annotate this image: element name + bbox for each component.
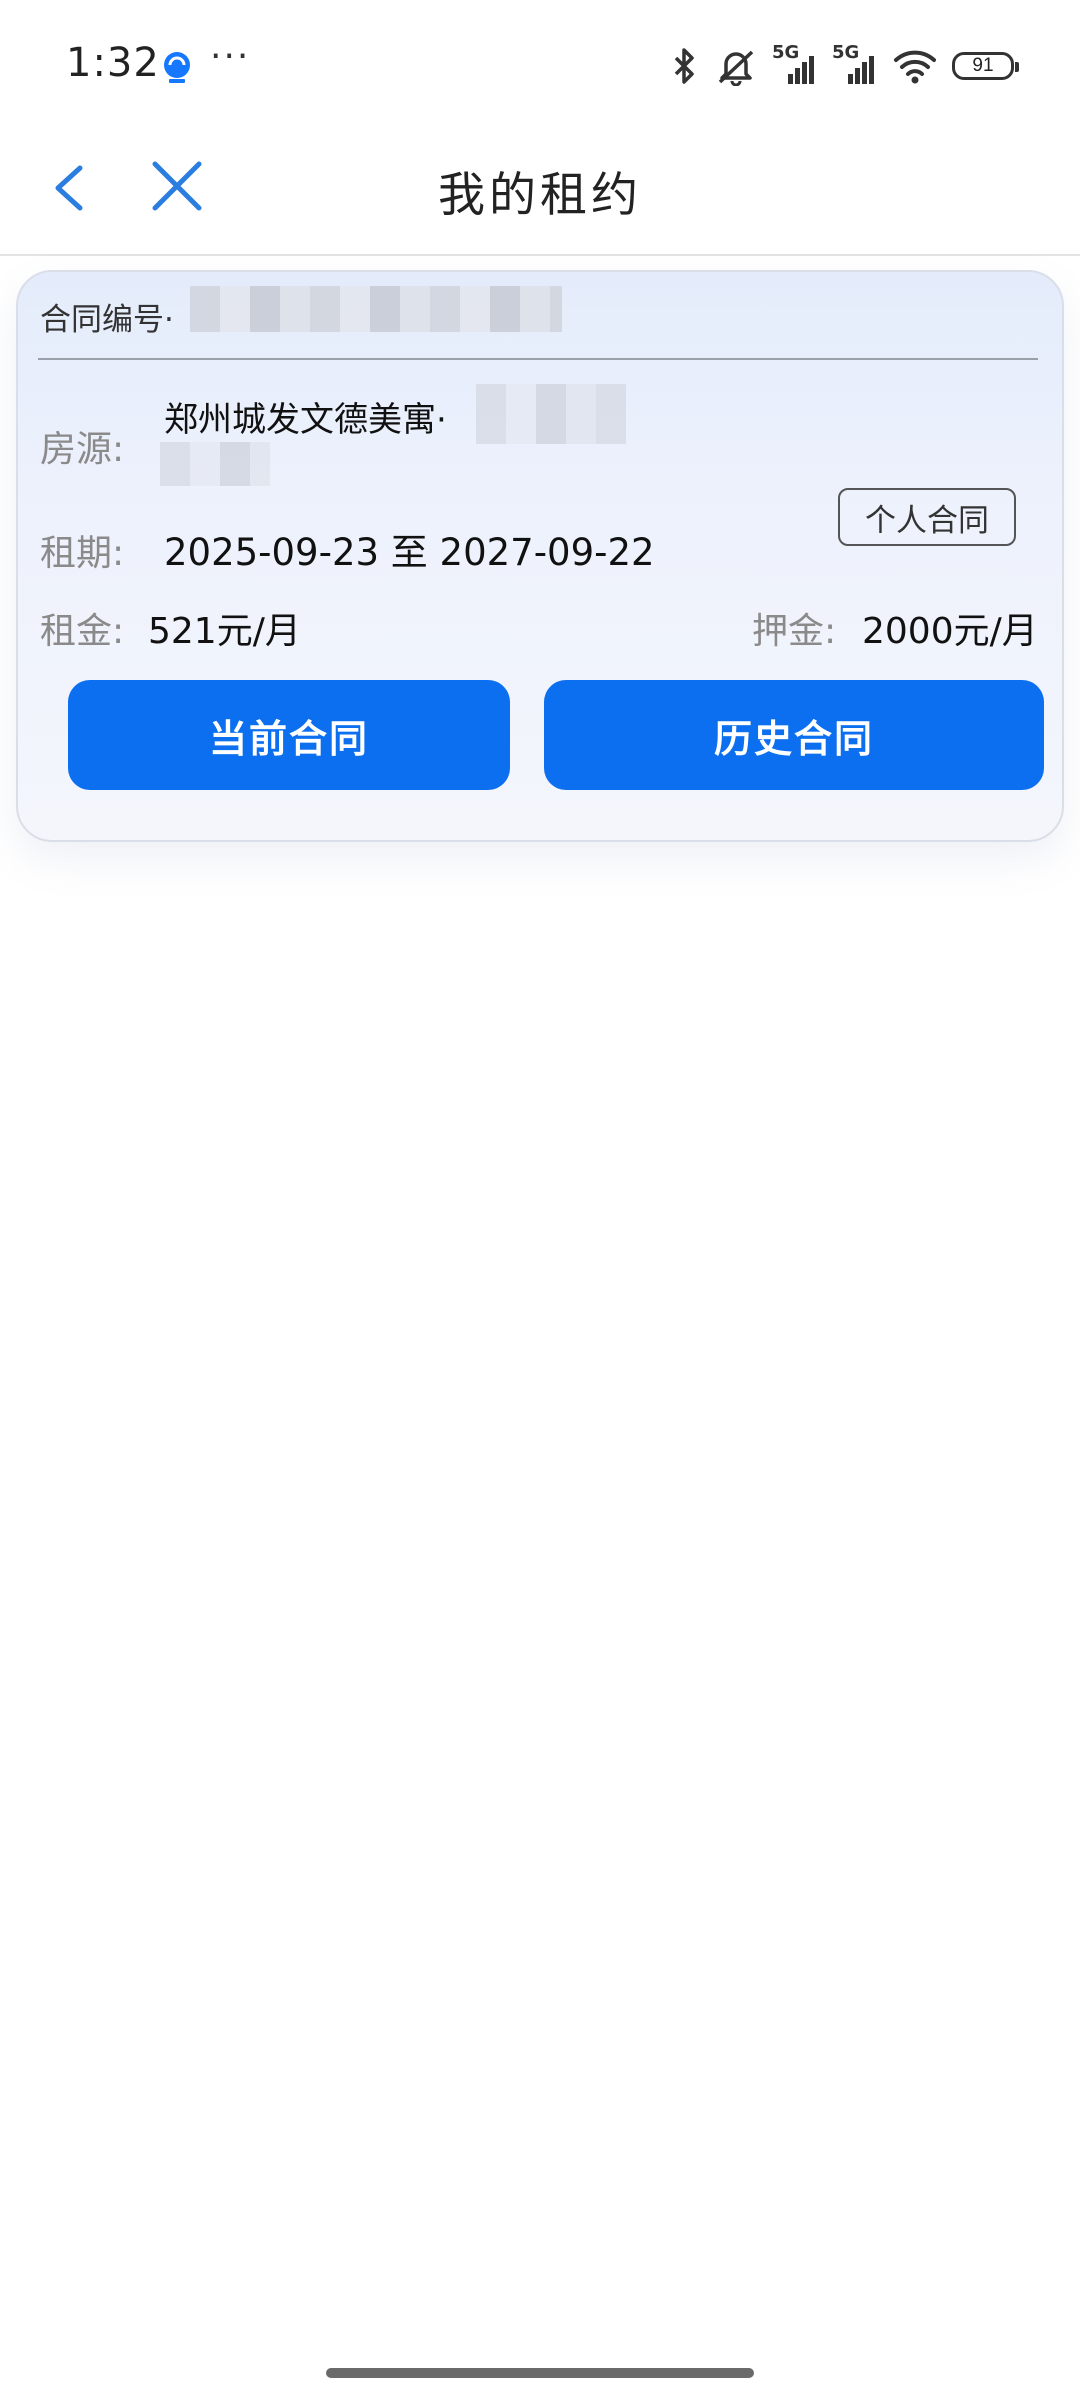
deposit-value: 2000元/月 — [862, 611, 1038, 652]
signal-1: 5G — [772, 42, 818, 86]
status-icons: 5G 5G 91 — [670, 42, 1019, 88]
battery-icon: 91 — [952, 52, 1019, 80]
term-value: 2025-09-23 至 2027-09-22 — [164, 531, 655, 574]
redacted-contract-number — [190, 286, 562, 332]
term-label: 租期: — [40, 533, 125, 574]
rent-value: 521元/月 — [148, 611, 301, 652]
current-contract-button[interactable]: 当前合同 — [68, 680, 510, 790]
redacted-house-detail-2 — [160, 442, 270, 486]
bluetooth-icon — [674, 48, 694, 84]
status-time: 1:32 — [66, 40, 160, 86]
deposit-label: 押金: — [752, 611, 837, 652]
contract-type-tag: 个人合同 — [838, 488, 1016, 546]
mute-bell-icon — [718, 50, 754, 86]
more-dots-icon: ··· — [210, 36, 251, 77]
page-title: 我的租约 — [438, 168, 642, 223]
redacted-house-detail — [476, 384, 626, 444]
contract-card: 合同编号· 房源: 郑州城发文德美寓· 个人合同 租期: 2025-09-23 … — [16, 270, 1064, 842]
cell-signal-icon — [788, 56, 814, 84]
card-divider — [38, 358, 1038, 360]
home-indicator[interactable] — [326, 2368, 754, 2378]
history-contract-button[interactable]: 历史合同 — [544, 680, 1044, 790]
battery-level: 91 — [972, 55, 994, 76]
house-value: 郑州城发文德美寓· — [164, 400, 447, 440]
status-bar: 1:32 ··· 5G 5G 91 — [0, 0, 1080, 120]
wifi-icon — [894, 50, 936, 84]
nav-bar: 我的租约 — [0, 120, 1080, 256]
alipay-service-icon — [164, 52, 190, 83]
cell-signal-icon — [848, 56, 874, 84]
contract-number-label: 合同编号· — [40, 302, 174, 338]
rent-label: 租金: — [40, 611, 125, 652]
house-label: 房源: — [40, 429, 125, 470]
signal-2: 5G — [832, 42, 878, 86]
